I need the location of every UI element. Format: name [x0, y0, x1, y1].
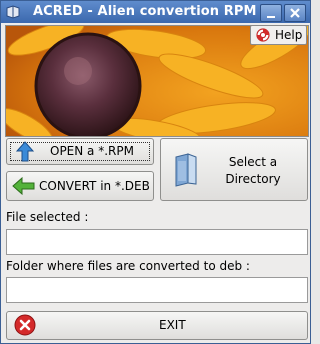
select-directory-button[interactable]: Select a Directory [160, 138, 308, 201]
minimize-icon [267, 16, 275, 18]
select-directory-label: Select a Directory [225, 155, 281, 186]
close-icon [290, 8, 300, 18]
app-icon[interactable] [6, 5, 20, 19]
cancel-icon [14, 314, 36, 336]
close-button[interactable] [284, 4, 306, 22]
convert-deb-button[interactable]: CONVERT in *.DEB [6, 171, 154, 201]
window-title: ACRED - Alien convertion RPM [33, 4, 257, 19]
minimize-button[interactable] [260, 4, 282, 22]
help-label: Help [275, 28, 303, 42]
file-selected-label: File selected : [6, 210, 89, 224]
arrow-left-icon [12, 177, 35, 195]
lifebuoy-icon [256, 28, 270, 42]
exit-label: EXIT [159, 318, 186, 332]
help-button[interactable]: Help [250, 25, 307, 45]
app-window: ACRED - Alien convertion RPM Help OPEN a… [0, 0, 311, 344]
convert-deb-label: CONVERT in *.DEB [39, 179, 150, 193]
file-selected-input[interactable] [6, 229, 308, 255]
open-rpm-button[interactable]: OPEN a *.RPM [6, 138, 154, 165]
title-bar[interactable]: ACRED - Alien convertion RPM [1, 1, 310, 23]
folder-input[interactable] [6, 277, 308, 303]
folder-icon [175, 153, 197, 187]
open-rpm-label: OPEN a *.RPM [50, 144, 134, 158]
arrow-up-icon [16, 141, 34, 162]
exit-button[interactable]: EXIT [6, 311, 308, 340]
folder-label: Folder where files are converted to deb … [6, 259, 250, 273]
